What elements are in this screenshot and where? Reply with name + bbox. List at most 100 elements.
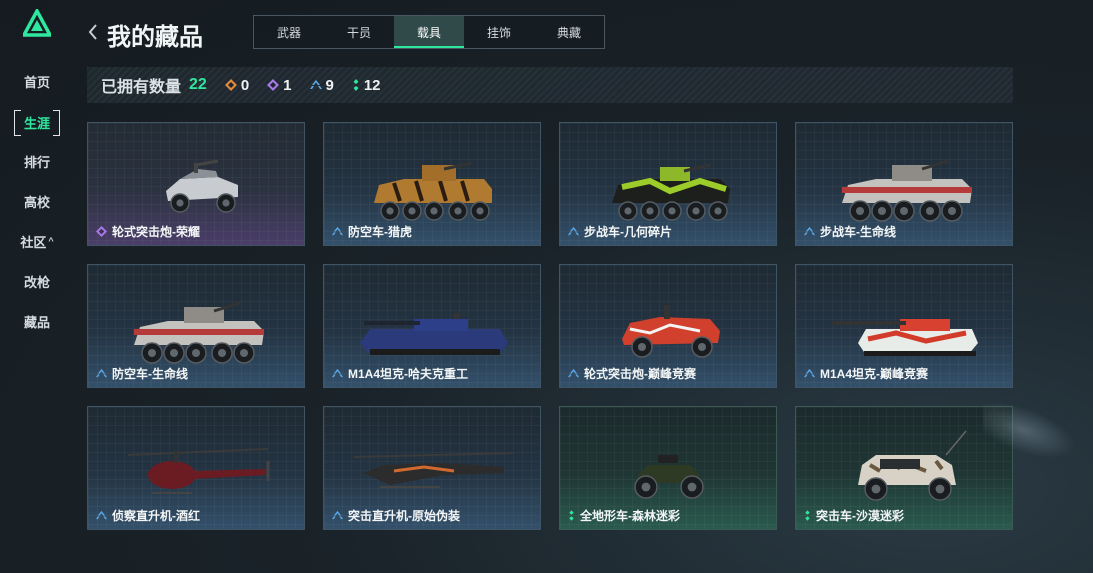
vehicle-image (796, 425, 1012, 515)
vehicle-name: 突击车-沙漠迷彩 (816, 509, 904, 523)
owned-label: 已拥有数量 (101, 79, 182, 96)
owned-stats-bar: 已拥有数量 22 0 1 9 12 (87, 67, 1013, 103)
vehicle-image (324, 283, 540, 373)
sidebar-item-label: 改枪 (23, 274, 50, 290)
vehicle-image (796, 283, 1012, 373)
blue-chevron-icon (804, 368, 815, 378)
vehicle-label: M1A4坦克-巅峰竞赛 (804, 365, 928, 382)
back-chevron-icon[interactable] (86, 22, 100, 42)
sidebar-item-label: 社区 (20, 234, 47, 250)
sidebar-item-label: 生涯 (23, 115, 50, 131)
vehicle-card[interactable]: M1A4坦克-哈夫克重工 (323, 264, 541, 388)
vehicle-label: 步战车-生命线 (804, 223, 896, 240)
sidebar-item-1[interactable]: 生涯 (14, 110, 60, 136)
vehicle-label: 轮式突击炮-巅峰竞赛 (568, 365, 696, 382)
blue-chevron-icon (332, 510, 343, 520)
vehicle-name: 轮式突击炮-巅峰竞赛 (584, 367, 696, 381)
vehicle-image (88, 425, 304, 515)
vehicle-name: 步战车-几何碎片 (584, 225, 672, 239)
vehicle-name: 防空车-生命线 (112, 367, 188, 381)
vehicle-name: 突击直升机-原始伪装 (348, 509, 460, 523)
sidebar: 首页生涯排行高校社区 ^ 改枪藏品 (0, 0, 75, 573)
blue-chevron-icon (309, 80, 322, 89)
vehicle-label: 全地形车-森林迷彩 (568, 507, 680, 524)
rarity-stat-orange: 0 (224, 76, 250, 94)
vehicle-image (560, 425, 776, 515)
vehicle-label: 突击车-沙漠迷彩 (804, 507, 904, 524)
sidebar-item-label: 高校 (23, 194, 50, 210)
vehicle-image (560, 283, 776, 373)
sidebar-item-3[interactable]: 高校 (14, 189, 60, 213)
vehicle-name: 防空车-猎虎 (348, 225, 412, 239)
vehicle-image (324, 425, 540, 515)
vehicle-card[interactable]: 轮式突击炮-巅峰竞赛 (559, 264, 777, 388)
blue-chevron-icon (804, 226, 815, 236)
chevron-up-icon: ^ (48, 236, 54, 246)
vehicle-label: M1A4坦克-哈夫克重工 (332, 365, 468, 382)
rarity-stat-purple: 1 (267, 77, 292, 94)
vehicle-card[interactable]: 突击直升机-原始伪装 (323, 406, 541, 530)
vehicle-card[interactable]: 步战车-生命线 (795, 122, 1013, 246)
blue-chevron-icon (96, 368, 107, 378)
tab-weapons[interactable]: 武器 (254, 16, 324, 48)
blue-chevron-icon (96, 510, 107, 520)
tab-operators[interactable]: 干员 (324, 16, 394, 48)
owned-count: 22 (189, 76, 207, 93)
vehicle-image (560, 141, 776, 231)
sidebar-item-6[interactable]: 藏品 (14, 309, 60, 333)
sidebar-item-2[interactable]: 排行 (14, 149, 60, 173)
vehicle-label: 防空车-猎虎 (332, 223, 412, 240)
app-logo-icon[interactable] (23, 9, 51, 37)
vehicle-name: 步战车-生命线 (820, 225, 896, 239)
vehicle-image (796, 141, 1012, 231)
blue-chevron-icon (568, 226, 579, 236)
vehicle-label: 侦察直升机-酒红 (96, 507, 200, 524)
vehicle-label: 步战车-几何碎片 (568, 223, 672, 240)
sidebar-item-0[interactable]: 首页 (14, 69, 60, 93)
green-dots-icon (569, 510, 574, 521)
sidebar-item-5[interactable]: 改枪 (14, 269, 60, 293)
vehicle-card[interactable]: 全地形车-森林迷彩 (559, 406, 777, 530)
vehicle-card[interactable]: 轮式突击炮-荣耀 (87, 122, 305, 246)
tab-vehicles[interactable]: 载具 (394, 16, 464, 48)
vehicle-label: 突击直升机-原始伪装 (332, 507, 460, 524)
rarity-stat-green: 12 (352, 77, 381, 94)
green-dots-icon (805, 510, 810, 521)
tab-collection[interactable]: 典藏 (534, 16, 604, 48)
vehicle-card[interactable]: M1A4坦克-巅峰竞赛 (795, 264, 1013, 388)
purple-diamond-icon (267, 79, 280, 91)
vehicle-name: M1A4坦克-哈夫克重工 (348, 367, 469, 381)
blue-chevron-icon (568, 368, 579, 378)
vehicle-card[interactable]: 步战车-几何碎片 (559, 122, 777, 246)
vehicle-name: 全地形车-森林迷彩 (580, 509, 680, 523)
rarity-stat-blue: 9 (309, 76, 334, 94)
rarity-count-blue: 9 (325, 76, 334, 94)
vehicle-image (88, 283, 304, 373)
vehicle-card[interactable]: 侦察直升机-酒红 (87, 406, 305, 530)
page-title: 我的藏品 (107, 24, 203, 51)
vehicle-card[interactable]: 防空车-生命线 (87, 264, 305, 388)
vehicle-name: 轮式突击炮-荣耀 (112, 225, 200, 239)
sidebar-item-label: 排行 (23, 154, 50, 170)
tab-charms[interactable]: 挂饰 (464, 16, 534, 48)
vehicle-image (324, 141, 540, 231)
orange-diamond-icon (224, 79, 237, 91)
category-tabs: 武器 干员 载具 挂饰 典藏 (253, 15, 605, 49)
purple-diamond-icon (96, 226, 107, 237)
vehicle-name: M1A4坦克-巅峰竞赛 (820, 367, 929, 381)
vehicle-label: 防空车-生命线 (96, 365, 188, 382)
sidebar-item-label: 藏品 (23, 314, 50, 330)
vehicle-card[interactable]: 防空车-猎虎 (323, 122, 541, 246)
rarity-count-green: 12 (363, 76, 381, 94)
vehicle-image (88, 141, 304, 231)
smoke-decoration (983, 402, 1076, 458)
rarity-count-orange: 0 (240, 76, 250, 94)
sidebar-item-4[interactable]: 社区 ^ (14, 229, 60, 253)
vehicle-name: 侦察直升机-酒红 (112, 509, 200, 523)
blue-chevron-icon (332, 368, 343, 378)
sidebar-item-label: 首页 (23, 74, 50, 90)
green-dots-icon (353, 79, 359, 91)
vehicle-label: 轮式突击炮-荣耀 (96, 223, 200, 240)
vehicle-card[interactable]: 突击车-沙漠迷彩 (795, 406, 1013, 530)
blue-chevron-icon (332, 226, 343, 236)
